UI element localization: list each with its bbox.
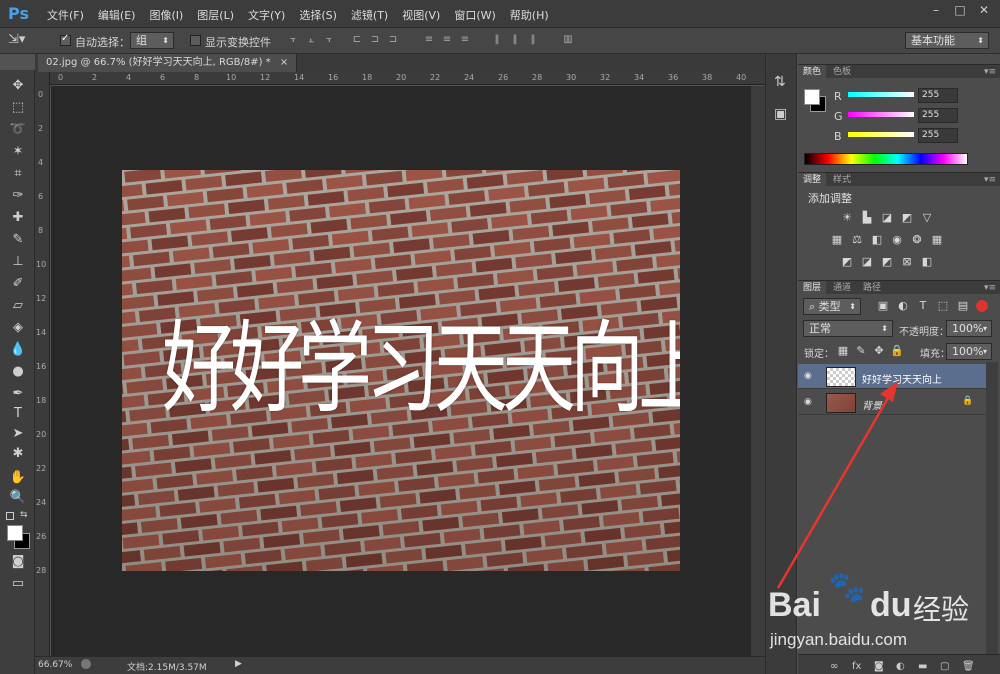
paw-icon: 🐾 (828, 570, 866, 605)
watermark-product: 经验 (913, 593, 970, 626)
annotation-arrow-line (776, 397, 890, 589)
annotation-arrowhead (880, 381, 898, 402)
baidu-watermark: Bai 🐾 du 经验 jingyan.baidu.com (768, 568, 998, 658)
watermark-brand: Bai (768, 586, 821, 624)
watermark-url: jingyan.baidu.com (770, 630, 908, 649)
watermark-brand-suffix: du (870, 586, 912, 624)
